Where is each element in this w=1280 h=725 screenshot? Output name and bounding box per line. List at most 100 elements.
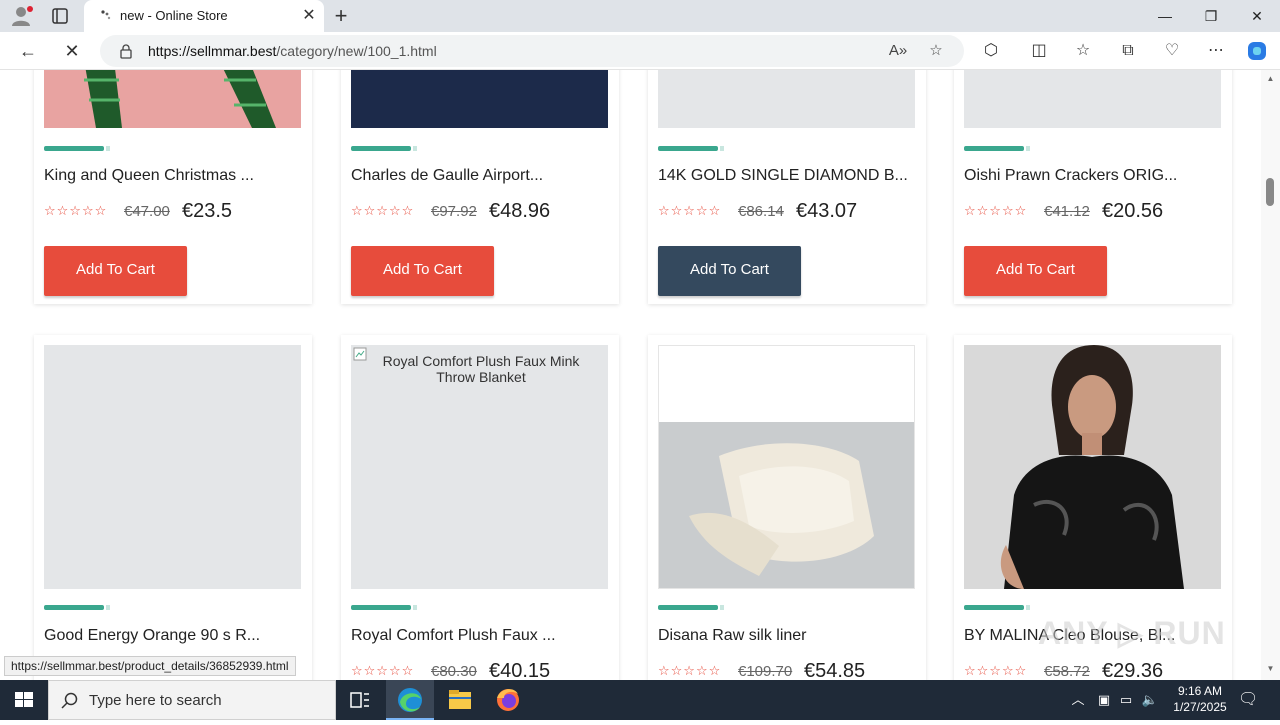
add-to-cart-button[interactable]: Add To Cart [964, 246, 1107, 296]
device-icon[interactable]: ▣ [1094, 690, 1114, 710]
url-text[interactable]: https://sellmmar.best/category/new/100_1… [148, 43, 437, 59]
add-to-cart-button[interactable]: Add To Cart [44, 246, 187, 296]
restore-icon[interactable]: ❐ [1188, 0, 1234, 32]
product-image[interactable] [964, 70, 1221, 128]
rating-stars: ☆☆☆☆☆ [351, 203, 415, 218]
accent-bar [351, 146, 411, 151]
volume-icon[interactable]: 🔈 [1140, 690, 1160, 710]
old-price: €97.92 [431, 203, 477, 220]
status-bar-url: https://sellmmar.best/product_details/36… [4, 656, 296, 676]
sale-price: €20.56 [1102, 200, 1164, 222]
accent-bar-tail [1026, 605, 1030, 610]
clock-time: 9:16 AM [1177, 684, 1223, 698]
profile-icon[interactable] [10, 5, 34, 27]
product-name[interactable]: Oishi Prawn Crackers ORIG... [964, 167, 1177, 185]
scroll-down-icon[interactable]: ▼ [1265, 664, 1276, 676]
sale-price: €48.96 [489, 200, 551, 222]
old-price: €58.72 [1044, 663, 1090, 680]
sale-price: €43.07 [796, 200, 858, 222]
taskbar-search[interactable]: Type here to search [48, 680, 336, 720]
product-card[interactable]: Charles de Gaulle Airport... ☆☆☆☆☆ €97.9… [341, 70, 619, 304]
new-tab-icon[interactable]: + [330, 4, 352, 28]
product-name[interactable]: Disana Raw silk liner [658, 627, 807, 645]
product-image[interactable] [964, 345, 1221, 589]
accent-bar [964, 146, 1024, 151]
close-tab-icon[interactable]: ✕ [300, 7, 318, 25]
extensions-icon[interactable]: ⬡ [980, 40, 1002, 62]
old-price: €47.00 [124, 203, 170, 220]
old-price: €80.30 [431, 663, 477, 680]
firefox-icon[interactable] [484, 680, 532, 720]
network-icon[interactable]: ▭ [1116, 690, 1136, 710]
product-image[interactable] [658, 70, 915, 128]
tab-actions-icon[interactable] [50, 6, 70, 26]
accent-bar [44, 146, 104, 151]
product-image[interactable] [351, 70, 608, 128]
rating-stars: ☆☆☆☆☆ [351, 663, 415, 678]
product-image[interactable] [658, 345, 915, 589]
product-name[interactable]: King and Queen Christmas ... [44, 167, 254, 185]
show-hidden-icons[interactable]: ︿ [1068, 690, 1088, 710]
favorite-star-icon[interactable]: ☆ [926, 41, 946, 61]
close-window-icon[interactable]: ✕ [1234, 0, 1280, 32]
sale-price: €29.36 [1102, 660, 1164, 680]
tab-active[interactable]: new - Online Store ✕ [84, 0, 324, 32]
read-aloud-icon[interactable]: A» [888, 41, 908, 61]
scroll-up-icon[interactable]: ▲ [1265, 74, 1276, 86]
vertical-scrollbar[interactable]: ▲ ▼ [1261, 70, 1280, 680]
loading-spinner-icon [98, 8, 114, 24]
windows-start-icon[interactable] [0, 680, 48, 720]
task-view-icon[interactable] [336, 680, 384, 720]
product-name[interactable]: Royal Comfort Plush Faux ... [351, 627, 556, 645]
sale-price: €23.5 [182, 200, 233, 222]
product-image[interactable] [44, 345, 301, 589]
accent-bar-tail [720, 146, 724, 151]
product-image[interactable] [44, 70, 301, 128]
product-name[interactable]: Charles de Gaulle Airport... [351, 167, 543, 185]
product-card[interactable]: Oishi Prawn Crackers ORIG... ☆☆☆☆☆ €41.1… [954, 70, 1232, 304]
address-bar-row: ← ✕ https://sellmmar.best/category/new/1… [0, 32, 1280, 70]
watermark-logo: ANY ▷ RUN [1038, 612, 1238, 660]
performance-icon[interactable]: ♡ [1161, 40, 1183, 62]
product-card[interactable]: Disana Raw silk liner ☆☆☆☆☆ €109.70 €54.… [648, 335, 926, 680]
lock-icon[interactable] [118, 43, 134, 59]
notification-icon[interactable]: 🗨 [1238, 690, 1258, 710]
rating-stars: ☆☆☆☆☆ [658, 203, 722, 218]
product-card[interactable]: Good Energy Orange 90 s R... [34, 335, 312, 680]
system-clock[interactable]: 9:16 AM 1/27/2025 [1160, 683, 1240, 715]
page-content: King and Queen Christmas ... ☆☆☆☆☆ €47.0… [0, 70, 1261, 680]
collections-icon[interactable]: ⧉ [1117, 40, 1139, 62]
stop-loading-icon[interactable]: ✕ [60, 39, 84, 63]
split-screen-icon[interactable]: ◫ [1028, 40, 1050, 62]
add-to-cart-button[interactable]: Add To Cart [658, 246, 801, 296]
sale-price: €40.15 [489, 660, 551, 680]
product-card[interactable]: King and Queen Christmas ... ☆☆☆☆☆ €47.0… [34, 70, 312, 304]
edge-taskbar-icon[interactable] [386, 680, 434, 720]
copilot-icon[interactable] [1246, 40, 1268, 62]
product-card[interactable]: 14K GOLD SINGLE DIAMOND B... ☆☆☆☆☆ €86.1… [648, 70, 926, 304]
product-image[interactable]: Royal Comfort Plush Faux Mink Throw Blan… [351, 345, 608, 589]
add-to-cart-button[interactable]: Add To Cart [351, 246, 494, 296]
tab-strip: new - Online Store ✕ + — ❐ ✕ [0, 0, 1280, 32]
accent-bar-tail [720, 605, 724, 610]
minimize-icon[interactable]: — [1142, 0, 1188, 32]
accent-bar [658, 605, 718, 610]
address-bar[interactable]: https://sellmmar.best/category/new/100_1… [100, 35, 964, 67]
accent-bar-tail [413, 605, 417, 610]
product-name[interactable]: 14K GOLD SINGLE DIAMOND B... [658, 167, 908, 185]
svg-text:ANY ▷ RUN: ANY ▷ RUN [1038, 615, 1226, 651]
old-price: €41.12 [1044, 203, 1090, 220]
back-icon[interactable]: ← [16, 39, 40, 63]
search-icon [61, 692, 78, 709]
product-name[interactable]: Good Energy Orange 90 s R... [44, 627, 260, 645]
image-alt-text: Royal Comfort Plush Faux Mink Throw Blan… [382, 353, 580, 385]
old-price: €109.70 [738, 663, 793, 680]
favorites-icon[interactable]: ☆ [1072, 40, 1094, 62]
more-menu-icon[interactable]: ⋯ [1205, 40, 1227, 62]
rating-stars: ☆☆☆☆☆ [658, 663, 722, 678]
file-explorer-icon[interactable] [436, 680, 484, 720]
sale-price: €54.85 [804, 660, 866, 680]
scrollbar-thumb[interactable] [1266, 178, 1274, 206]
old-price: €86.14 [738, 203, 784, 220]
product-card[interactable]: Royal Comfort Plush Faux Mink Throw Blan… [341, 335, 619, 680]
